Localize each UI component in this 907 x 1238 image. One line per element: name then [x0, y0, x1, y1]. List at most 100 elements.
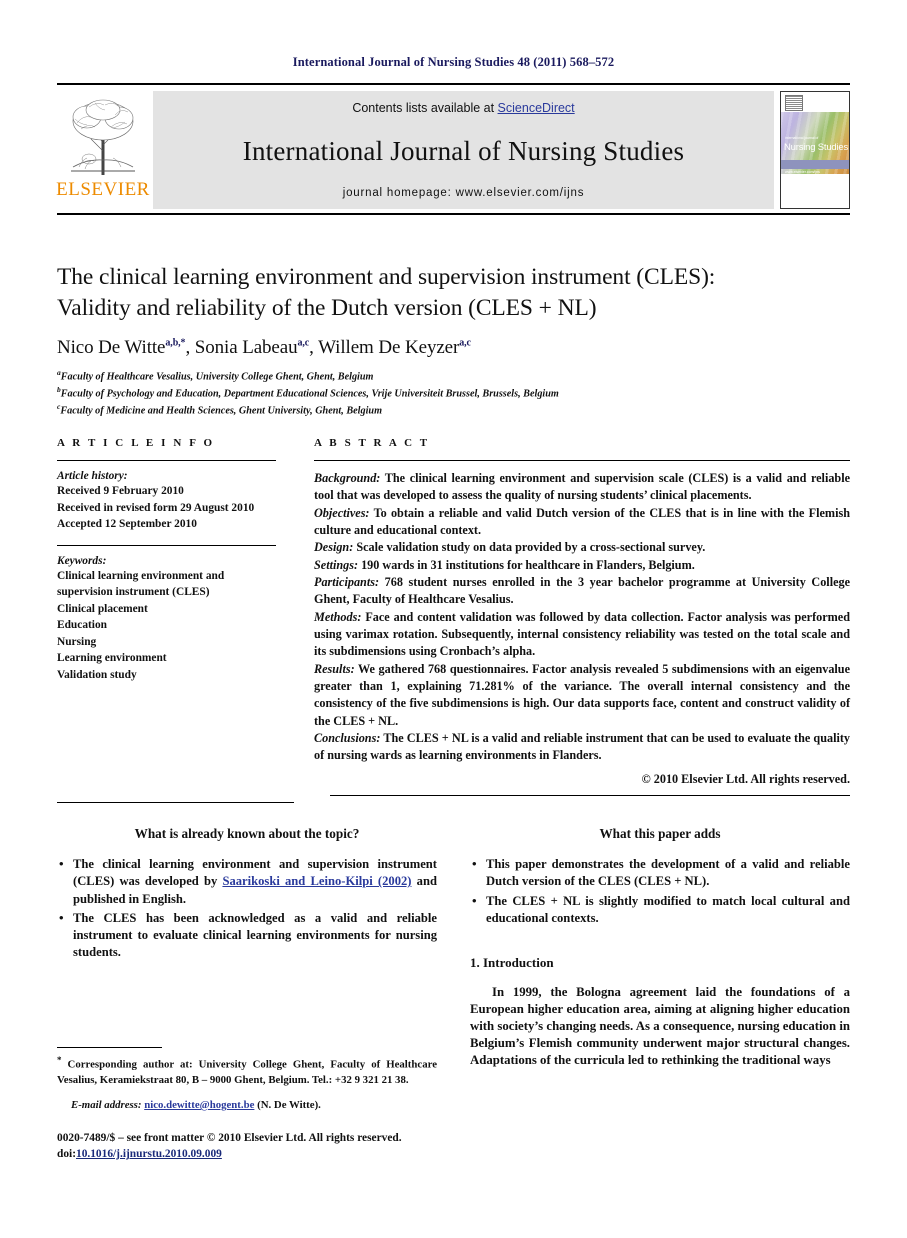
issn-front-matter: 0020-7489/$ – see front matter © 2010 El…	[57, 1132, 402, 1144]
abstract-conclusions-text: The CLES + NL is a valid and reliable in…	[314, 730, 850, 763]
abstract-results: Results: We gathered 768 questionnaires.…	[314, 661, 850, 730]
abstract-design-label: Design:	[314, 540, 354, 555]
abstract-column: A B S T R A C T Background: The clinical…	[294, 437, 850, 787]
keyword-item: Clinical placement	[57, 602, 148, 615]
email-link[interactable]: nico.dewitte@hogent.be	[144, 1099, 254, 1111]
introduction-heading: 1. Introduction	[470, 955, 554, 970]
info-divider-top	[57, 460, 276, 461]
front-matter-block: 0020-7489/$ – see front matter © 2010 El…	[57, 1130, 477, 1162]
abstract-divider-top	[314, 460, 850, 461]
article-info-label: A R T I C L E I N F O	[57, 437, 215, 449]
keyword-item: Clinical learning environment and	[57, 569, 225, 582]
title-line-2: Validity and reliability of the Dutch ve…	[57, 294, 597, 321]
adds-box-bullets: This paper demonstrates the development …	[470, 855, 850, 928]
title-divider	[57, 213, 850, 215]
article-history-label: Article history:	[57, 470, 128, 482]
history-item: Received in revised form 29 August 2010	[57, 501, 255, 514]
abstract-copyright: © 2010 Elsevier Ltd. All rights reserved…	[641, 771, 850, 786]
contents-available-line: Contents lists available at ScienceDirec…	[352, 101, 574, 115]
citation-link[interactable]: Saarikoski and Leino-Kilpi (2002)	[222, 874, 411, 888]
info-divider-mid	[57, 544, 276, 546]
elsevier-tree-icon	[71, 99, 135, 175]
author-name: Sonia Labeau	[194, 336, 298, 358]
affiliation-text: Faculty of Psychology and Education, Dep…	[60, 388, 559, 400]
affiliation-item: bFaculty of Psychology and Education, De…	[57, 385, 857, 402]
corresponding-author-text: Corresponding author at: University Coll…	[57, 1058, 437, 1086]
running-head: International Journal of Nursing Studies…	[292, 55, 615, 69]
body-columns: What is already known about the topic? T…	[57, 826, 850, 1069]
abstract-label: A B S T R A C T	[314, 437, 430, 449]
right-column: What this paper adds This paper demonstr…	[470, 826, 850, 1069]
abstract-conclusions-label: Conclusions:	[314, 730, 381, 745]
corresponding-author-footnote: * Corresponding author at: University Co…	[57, 1054, 437, 1088]
list-item: The CLES has been acknowledged as a vali…	[57, 909, 437, 962]
left-column: What is already known about the topic? T…	[57, 826, 437, 1069]
abstract-settings: Settings: 190 wards in 31 institutions f…	[314, 557, 850, 574]
abstract-settings-label: Settings:	[314, 557, 359, 572]
doi-link[interactable]: 10.1016/j.ijnurstu.2010.09.009	[76, 1148, 222, 1160]
abstract-background-label: Background:	[314, 471, 381, 485]
affiliation-item: aFaculty of Healthcare Vesalius, Univers…	[57, 368, 857, 385]
abstract-objectives-text: To obtain a reliable and valid Dutch ver…	[314, 505, 850, 537]
author-list: Nico De Wittea,b,*, Sonia Labeaua,c, Wil…	[57, 336, 471, 358]
history-item: Accepted 12 September 2010	[57, 518, 197, 531]
known-box-bullets: The clinical learning environment and su…	[57, 855, 437, 962]
info-divider-bottom	[57, 802, 294, 803]
abstract-objectives-label: Objectives:	[314, 505, 370, 520]
keyword-item: Validation study	[57, 668, 137, 681]
affiliation-list: aFaculty of Healthcare Vesalius, Univers…	[57, 368, 857, 420]
history-item: Received 9 February 2010	[57, 485, 184, 497]
cover-url-strip: www.elsevier.com/ijns	[781, 160, 849, 174]
keyword-item: Learning environment	[57, 652, 167, 665]
doi-line: doi:10.1016/j.ijnurstu.2010.09.009	[57, 1146, 477, 1162]
abstract-participants-text: 768 student nurses enrolled in the 3 yea…	[314, 574, 850, 607]
author-affiliation-marker: a,c	[297, 337, 310, 349]
author-name: Willem De Keyzer	[318, 336, 460, 358]
abstract-settings-text: 190 wards in 31 institutions for healthc…	[358, 557, 695, 572]
article-page: International Journal of Nursing Studies…	[0, 0, 907, 1238]
abstract-divider-bottom	[330, 795, 850, 796]
author-affiliation-marker: a,c	[459, 337, 471, 349]
keyword-item: supervision instrument (CLES)	[57, 586, 210, 599]
journal-cover-thumbnail[interactable]: international journal of Nursing Studies…	[780, 91, 850, 209]
introduction-paragraph: In 1999, the Bologna agreement laid the …	[470, 985, 850, 1068]
list-item: The clinical learning environment and su…	[57, 855, 437, 908]
known-box-title: What is already known about the topic?	[134, 826, 360, 841]
article-info-column: A R T I C L E I N F O Article history: R…	[57, 437, 294, 787]
info-abstract-section: A R T I C L E I N F O Article history: R…	[57, 437, 850, 787]
footnote-divider	[57, 1047, 162, 1048]
list-item: This paper demonstrates the development …	[470, 855, 850, 891]
abstract-background: Background: The clinical learning enviro…	[314, 470, 850, 505]
sciencedirect-link[interactable]: ScienceDirect	[498, 101, 575, 115]
journal-banner: Contents lists available at ScienceDirec…	[153, 91, 774, 209]
abstract-conclusions: Conclusions: The CLES + NL is a valid an…	[314, 730, 850, 765]
keyword-item: Education	[57, 619, 108, 632]
email-label: E-mail address:	[71, 1099, 142, 1111]
abstract-design: Design: Scale validation study on data p…	[314, 539, 850, 556]
cover-url-text: www.elsevier.com/ijns	[785, 170, 820, 174]
keywords-label: Keywords:	[57, 554, 107, 567]
title-line-1: The clinical learning environment and su…	[57, 264, 716, 290]
list-item: The CLES + NL is slightly modified to ma…	[470, 892, 850, 928]
abstract-background-text: The clinical learning environment and su…	[314, 471, 850, 503]
abstract-results-text: We gathered 768 questionnaires. Factor a…	[314, 661, 850, 728]
abstract-methods-text: Face and content validation was followed…	[314, 609, 850, 659]
elsevier-wordmark: ELSEVIER	[56, 179, 150, 200]
author-affiliation-marker: a,b,*	[165, 337, 186, 349]
doi-prefix: doi:	[57, 1148, 76, 1161]
abstract-methods-label: Methods:	[314, 609, 362, 624]
title-block: The clinical learning environment and su…	[57, 262, 857, 419]
page-title: The clinical learning environment and su…	[57, 262, 857, 324]
abstract-participants: Participants: 768 student nurses enrolle…	[314, 574, 850, 609]
abstract-methods: Methods: Face and content validation was…	[314, 609, 850, 661]
elsevier-logo: ELSEVIER	[56, 91, 150, 200]
abstract-participants-label: Participants:	[314, 574, 380, 589]
contents-prefix: Contents lists available at	[352, 101, 498, 115]
journal-homepage[interactable]: journal homepage: www.elsevier.com/ijns	[343, 187, 585, 199]
affiliation-item: cFaculty of Medicine and Health Sciences…	[57, 402, 857, 419]
abstract-design-text: Scale validation study on data provided …	[353, 540, 706, 555]
keyword-item: Nursing	[57, 635, 97, 648]
journal-masthead: ELSEVIER Contents lists available at Sci…	[56, 83, 850, 209]
adds-box-title: What this paper adds	[599, 826, 721, 841]
abstract-results-label: Results:	[314, 661, 355, 676]
